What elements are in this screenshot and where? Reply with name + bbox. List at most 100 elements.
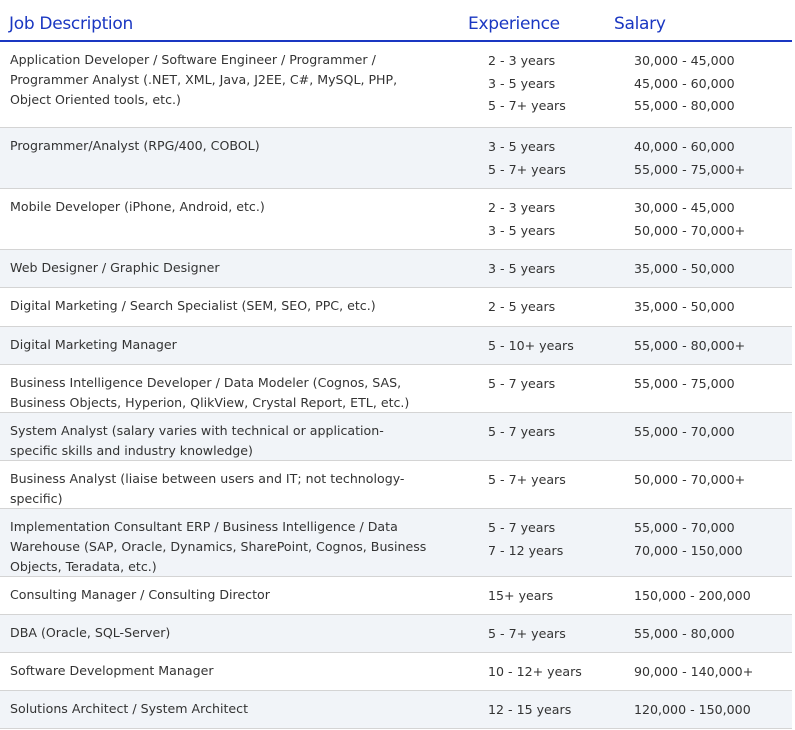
job-description-cell: Business Analyst (liaise between users a… <box>10 469 465 509</box>
header-experience: Experience <box>468 14 560 34</box>
salary-cell-text: 55,000 - 80,000+ <box>634 338 746 353</box>
job-description-cell: Solutions Architect / System Architect <box>10 699 465 719</box>
job-description-cell-text: Mobile Developer (iPhone, Android, etc.) <box>10 199 265 214</box>
salary-cell-text: 35,000 - 50,000 <box>634 299 735 314</box>
experience-cell: 5 - 7+ years <box>488 623 618 646</box>
job-description-cell: Digital Marketing Manager <box>10 335 465 355</box>
table-body: Application Developer / Software Enginee… <box>0 42 792 729</box>
job-description-cell-text: Consulting Manager / Consulting Director <box>10 587 270 602</box>
job-description-cell-text: Application Developer / Software Enginee… <box>10 52 376 67</box>
table-row: Solutions Architect / System Architect 12… <box>0 691 792 729</box>
job-description-cell: Programmer/Analyst (RPG/400, COBOL) <box>10 136 465 156</box>
experience-cell-text: 3 - 5 years <box>488 261 556 276</box>
job-description-cell: Application Developer / Software Enginee… <box>10 50 465 110</box>
job-description-cell-text: specific) <box>10 491 63 506</box>
table-row: Implementation Consultant ERP / Business… <box>0 509 792 577</box>
job-description-cell: Business Intelligence Developer / Data M… <box>10 373 465 413</box>
table-row: Business Analyst (liaise between users a… <box>0 461 792 509</box>
salary-cell-text: 55,000 - 70,000 <box>634 424 735 439</box>
salary-cell: 55,000 - 75,000 <box>634 373 789 396</box>
job-description-cell-text: Programmer Analyst (.NET, XML, Java, J2E… <box>10 72 398 87</box>
table-row: Web Designer / Graphic Designer 3 - 5 yea… <box>0 250 792 288</box>
job-description-cell-text: specific skills and industry knowledge) <box>10 443 253 458</box>
experience-cell: 10 - 12+ years <box>488 661 618 684</box>
table-row: Business Intelligence Developer / Data M… <box>0 365 792 413</box>
salary-cell: 120,000 - 150,000 <box>634 699 789 722</box>
salary-cell-text: 50,000 - 70,000+ <box>634 222 746 238</box>
salary-cell-text: 40,000 - 60,000 <box>634 139 735 154</box>
experience-cell-text: 3 - 5 years <box>488 139 556 154</box>
salary-cell: 55,000 - 70,000 <box>634 421 789 444</box>
experience-cell: 5 - 7 years <box>488 421 618 444</box>
job-description-cell-text: Business Analyst (liaise between users a… <box>10 471 405 486</box>
job-description-cell-text: Objects, Teradata, etc.) <box>10 559 157 574</box>
experience-cell: 2 - 3 years 3 - 5 years 5 - 7+ years <box>488 50 618 118</box>
experience-cell-text: 12 - 15 years <box>488 702 572 717</box>
salary-cell: 50,000 - 70,000+ <box>634 469 789 492</box>
table-row: Programmer/Analyst (RPG/400, COBOL) 3 - 5… <box>0 128 792 189</box>
salary-cell-text: 55,000 - 75,000+ <box>634 161 746 177</box>
header-job-description: Job Description <box>9 14 133 34</box>
experience-cell-text: 5 - 7 years <box>488 424 556 439</box>
experience-cell-text: 5 - 7 years <box>488 376 556 391</box>
experience-cell-text: 15+ years <box>488 588 554 603</box>
header-salary: Salary <box>614 14 666 34</box>
salary-cell: 55,000 - 70,000 70,000 - 150,000 <box>634 517 789 562</box>
job-description-cell: Mobile Developer (iPhone, Android, etc.) <box>10 197 465 217</box>
experience-cell-text: 5 - 7+ years <box>488 98 566 113</box>
salary-cell: 40,000 - 60,000 55,000 - 75,000+ <box>634 136 789 181</box>
experience-cell-text: 5 - 7+ years <box>488 472 566 487</box>
salary-cell: 35,000 - 50,000 <box>634 296 789 319</box>
table-header: Job Description Experience Salary <box>0 0 792 42</box>
salary-cell: 55,000 - 80,000+ <box>634 335 789 358</box>
experience-cell: 5 - 10+ years <box>488 335 618 358</box>
salary-table: Job Description Experience Salary Applic… <box>0 0 792 729</box>
salary-cell: 30,000 - 45,000 45,000 - 60,000 55,000 - 8… <box>634 50 789 118</box>
salary-cell-text: 90,000 - 140,000+ <box>634 664 754 679</box>
experience-cell: 5 - 7+ years <box>488 469 618 492</box>
experience-cell: 3 - 5 years <box>488 258 618 281</box>
job-description-cell: Digital Marketing / Search Specialist (S… <box>10 296 465 316</box>
job-description-cell-text: Digital Marketing / Search Specialist (S… <box>10 298 376 313</box>
salary-cell-text: 55,000 - 70,000 <box>634 520 735 535</box>
salary-cell-text: 30,000 - 45,000 <box>634 53 735 68</box>
experience-cell: 15+ years <box>488 585 618 608</box>
experience-cell-text: 3 - 5 years <box>488 75 556 91</box>
experience-cell-text: 7 - 12 years <box>488 542 564 558</box>
table-row: Digital Marketing Manager 5 - 10+ years 55… <box>0 327 792 365</box>
experience-cell: 12 - 15 years <box>488 699 618 722</box>
job-description-cell: Consulting Manager / Consulting Director <box>10 585 465 605</box>
experience-cell-text: 5 - 7 years <box>488 520 556 535</box>
experience-cell-text: 2 - 5 years <box>488 299 556 314</box>
salary-cell: 55,000 - 80,000 <box>634 623 789 646</box>
job-description-cell-text: Solutions Architect / System Architect <box>10 701 249 716</box>
job-description-cell-text: Software Development Manager <box>10 663 214 678</box>
job-description-cell-text: Digital Marketing Manager <box>10 337 177 352</box>
experience-cell-text: 3 - 5 years <box>488 222 556 238</box>
salary-cell-text: 35,000 - 50,000 <box>634 261 735 276</box>
job-description-cell: Web Designer / Graphic Designer <box>10 258 465 278</box>
job-description-cell-text: Business Objects, Hyperion, QlikView, Cr… <box>10 395 410 410</box>
table-row: Application Developer / Software Enginee… <box>0 42 792 128</box>
salary-cell-text: 55,000 - 80,000 <box>634 98 735 113</box>
job-description-cell-text: Implementation Consultant ERP / Business… <box>10 519 398 534</box>
experience-cell-text: 2 - 3 years <box>488 200 556 215</box>
salary-cell-text: 45,000 - 60,000 <box>634 75 735 91</box>
job-description-cell: Implementation Consultant ERP / Business… <box>10 517 465 577</box>
salary-cell: 150,000 - 200,000 <box>634 585 789 608</box>
experience-cell: 2 - 3 years 3 - 5 years <box>488 197 618 242</box>
salary-cell-text: 55,000 - 80,000 <box>634 626 735 641</box>
experience-cell: 3 - 5 years 5 - 7+ years <box>488 136 618 181</box>
table-row: Consulting Manager / Consulting Director… <box>0 577 792 615</box>
table-row: Mobile Developer (iPhone, Android, etc.)… <box>0 189 792 250</box>
experience-cell: 5 - 7 years 7 - 12 years <box>488 517 618 562</box>
job-description-cell-text: Warehouse (SAP, Oracle, Dynamics, ShareP… <box>10 539 427 554</box>
salary-cell-text: 30,000 - 45,000 <box>634 200 735 215</box>
experience-cell-text: 5 - 7+ years <box>488 161 566 177</box>
salary-cell-text: 150,000 - 200,000 <box>634 588 751 603</box>
experience-cell-text: 5 - 7+ years <box>488 626 566 641</box>
job-description-cell: DBA (Oracle, SQL-Server) <box>10 623 465 643</box>
experience-cell: 2 - 5 years <box>488 296 618 319</box>
job-description-cell-text: Programmer/Analyst (RPG/400, COBOL) <box>10 138 260 153</box>
job-description-cell-text: Business Intelligence Developer / Data M… <box>10 375 402 390</box>
